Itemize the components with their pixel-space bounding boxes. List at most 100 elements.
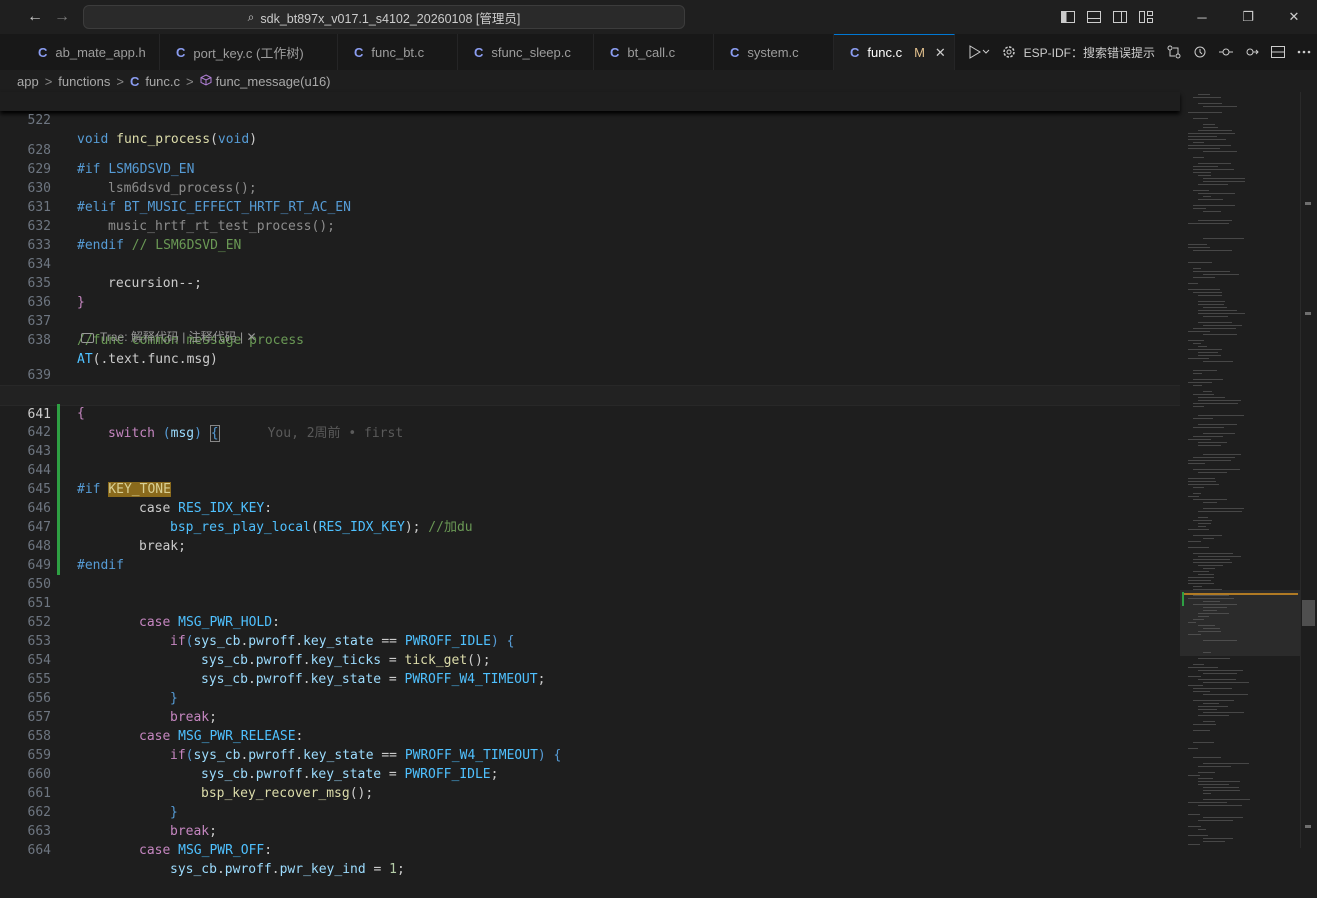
minimap-code-line (1203, 508, 1244, 509)
minimap-code-line (1198, 301, 1225, 302)
forward-icon[interactable]: → (52, 8, 72, 26)
codelens-trae[interactable]: Trae: 解释代码 | 注释代码 | ✕ (81, 328, 257, 347)
minimap-code-line (1198, 556, 1241, 557)
line-number: 522 (27, 113, 51, 128)
minimap-code-line (1188, 112, 1222, 113)
split-icon (1271, 46, 1285, 58)
compare-changes-icon[interactable] (1161, 34, 1187, 70)
split-editor-icon[interactable] (1265, 34, 1291, 70)
close-tab-icon[interactable]: ✕ (935, 45, 946, 61)
minimap[interactable] (1180, 92, 1300, 848)
toggle-primary-sidebar-icon[interactable] (1055, 0, 1081, 34)
tab-func-c[interactable]: Cfunc.c M ✕ (834, 34, 955, 70)
code-line: 630 #elif BT_MUSIC_EFFECT_HRTF_RT_AC_EN (0, 160, 1180, 215)
minimap-code-line (1193, 427, 1224, 428)
minimap-code-line (1188, 814, 1200, 815)
minimap-code-line (1188, 481, 1216, 482)
git-added-gutter-marker[interactable] (57, 404, 60, 575)
tab-system-c[interactable]: Csystem.c (714, 34, 834, 70)
minimap-code-line (1203, 712, 1244, 713)
breadcrumb-item-file[interactable]: func.c (145, 74, 180, 89)
minimap-code-line (1198, 310, 1237, 311)
minimap-code-line (1193, 553, 1233, 554)
code-line: 653 sys_cb.pwroff.key_ticks = tick_get()… (0, 613, 1180, 668)
code-line: 633 (0, 217, 1180, 253)
minimap-code-line (1193, 418, 1213, 419)
minimap-code-line (1193, 394, 1214, 395)
minimap-code-line (1193, 379, 1223, 380)
vertical-scrollbar[interactable] (1300, 92, 1317, 848)
code-editor[interactable]: 522 void func_process(void) 627 628 #if … (0, 92, 1180, 877)
code-line: 650 (0, 556, 1180, 592)
code-line: 661 } (0, 765, 1180, 820)
minimap-code-line (1193, 370, 1217, 371)
toggle-secondary-sidebar-icon[interactable] (1107, 0, 1133, 34)
close-button[interactable]: ✕ (1271, 0, 1317, 34)
code-line: 522 void func_process(void) (0, 92, 1180, 147)
code-line: 631 music_hrtf_rt_test_process(); (0, 179, 1180, 234)
gear-icon[interactable] (996, 34, 1022, 70)
timeline-icon[interactable] (1187, 34, 1213, 70)
next-change-icon[interactable] (1239, 34, 1265, 70)
git-arrow-icon (1246, 48, 1259, 56)
tab-bt-call-c[interactable]: Cbt_call.c (594, 34, 714, 70)
c-file-icon: C (176, 44, 186, 60)
minimap-code-line (1198, 658, 1230, 659)
toggle-panel-icon[interactable] (1081, 0, 1107, 34)
minimap-code-line (1198, 526, 1206, 527)
back-icon[interactable]: ← (25, 8, 45, 26)
tab-func-bt-c[interactable]: Cfunc_bt.c (338, 34, 458, 70)
minimap-code-line (1203, 568, 1215, 569)
espidf-search-error-hint[interactable]: ESP-IDF：搜索错误提示 (1022, 44, 1161, 61)
sticky-scroll-line[interactable]: 522 void func_process(void) (0, 92, 1180, 147)
scrollbar-thumb[interactable] (1302, 600, 1315, 626)
minimap-code-line (1198, 631, 1221, 632)
minimap-code-line (1203, 799, 1250, 800)
minimap-code-line (1198, 346, 1207, 347)
code-line: 657 case MSG_PWR_RELEASE: (0, 689, 1180, 744)
minimap-code-line (1188, 547, 1209, 548)
minimap-code-line (1203, 601, 1220, 602)
run-debug-icon[interactable] (962, 34, 996, 70)
breadcrumb-item-app[interactable]: app (17, 74, 39, 89)
previous-change-icon[interactable] (1213, 34, 1239, 70)
tab-label: system.c (747, 44, 799, 60)
minimap-code-line (1188, 577, 1214, 578)
code-line: 636 (0, 274, 1180, 310)
minimap-code-line (1188, 349, 1222, 350)
minimap-code-line (1188, 331, 1210, 332)
minimap-code-line (1188, 529, 1209, 530)
tab-sfunc-sleep-c[interactable]: Csfunc_sleep.c (458, 34, 594, 70)
more-actions-icon[interactable] (1291, 34, 1317, 70)
minimap-code-line (1193, 385, 1202, 386)
minimap-code-line (1203, 841, 1225, 842)
command-center-search[interactable]: ⌕ sdk_bt897x_v017.1_s4102_20260108 [管理员] (83, 5, 685, 29)
minimap-code-line (1198, 517, 1208, 518)
code-text: void func_process(void) (77, 132, 258, 147)
minimap-code-line (1203, 721, 1215, 722)
function-symbol-icon (200, 73, 212, 89)
code-line: 639 void func_message(u16 msg) (0, 347, 1180, 402)
tab-port-key-c[interactable]: Cport_key.c (工作树) (160, 34, 338, 70)
breadcrumb-item-functions[interactable]: functions (58, 74, 110, 89)
code-line: 665 break; (0, 841, 1180, 848)
minimap-code-line (1203, 238, 1244, 239)
minimap-code-line (1188, 748, 1198, 749)
minimap-code-line (1193, 559, 1230, 560)
minimap-code-line (1203, 211, 1221, 212)
minimap-code-line (1188, 283, 1198, 284)
customize-layout-icon[interactable] (1133, 0, 1159, 34)
minimap-viewport-slider[interactable] (1180, 590, 1300, 656)
minimap-code-line (1203, 106, 1237, 107)
code-line: 649 (0, 537, 1180, 573)
minimap-code-line (1203, 538, 1214, 539)
minimap-code-line (1198, 778, 1213, 779)
restore-button[interactable]: ❐ (1225, 0, 1271, 34)
minimap-code-line (1198, 295, 1222, 296)
minimize-button[interactable]: ─ (1179, 0, 1225, 34)
tab-ab-mate-app-h[interactable]: Cab_mate_app.h (22, 34, 160, 70)
breadcrumb-item-symbol[interactable]: func_message(u16) (216, 74, 331, 89)
code-line: 658 if(sys_cb.pwroff.key_state == PWROFF… (0, 708, 1180, 763)
minimap-code-line (1188, 247, 1210, 248)
minimap-code-line (1203, 610, 1217, 611)
